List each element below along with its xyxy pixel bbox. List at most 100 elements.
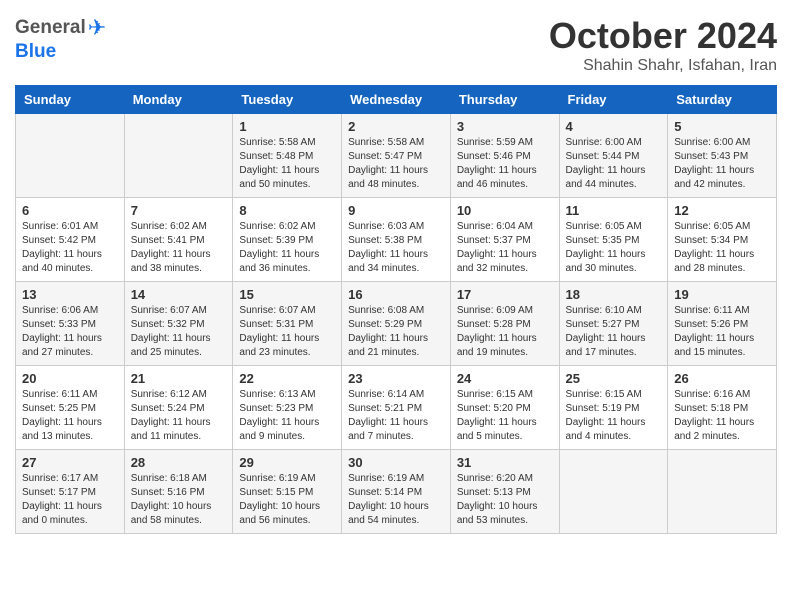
day-header-wednesday: Wednesday [342, 86, 451, 114]
day-number: 8 [239, 203, 335, 218]
day-number: 29 [239, 455, 335, 470]
day-number: 21 [131, 371, 227, 386]
day-info: Sunrise: 6:15 AM Sunset: 5:19 PM Dayligh… [566, 388, 662, 444]
day-info: Sunrise: 6:00 AM Sunset: 5:44 PM Dayligh… [566, 136, 662, 192]
calendar-cell: 22 Sunrise: 6:13 AM Sunset: 5:23 PM Dayli… [233, 366, 342, 450]
day-number: 3 [457, 119, 553, 134]
calendar-cell: 30Sunrise: 6:19 AM Sunset: 5:14 PM Dayli… [342, 450, 451, 534]
calendar-cell: 13 Sunrise: 6:06 AM Sunset: 5:33 PM Dayli… [16, 282, 125, 366]
calendar-week-row: 13 Sunrise: 6:06 AM Sunset: 5:33 PM Dayli… [16, 282, 777, 366]
calendar-cell: 20Sunrise: 6:11 AM Sunset: 5:25 PM Dayli… [16, 366, 125, 450]
day-number: 15 [239, 287, 335, 302]
calendar-cell [124, 114, 233, 198]
day-info: Sunrise: 6:17 AM Sunset: 5:17 PM Dayligh… [22, 472, 118, 528]
day-header-sunday: Sunday [16, 86, 125, 114]
day-info: Sunrise: 6:07 AM Sunset: 5:32 PM Dayligh… [131, 304, 227, 360]
page-header: General ✈ Blue October 2024 Shahin Shahr… [15, 15, 777, 75]
calendar-cell: 12 Sunrise: 6:05 AM Sunset: 5:34 PM Dayli… [668, 198, 777, 282]
day-info: Sunrise: 6:11 AM Sunset: 5:26 PM Dayligh… [674, 304, 770, 360]
calendar-cell: 29 Sunrise: 6:19 AM Sunset: 5:15 PM Dayli… [233, 450, 342, 534]
day-info: Sunrise: 6:10 AM Sunset: 5:27 PM Dayligh… [566, 304, 662, 360]
calendar-cell: 23Sunrise: 6:14 AM Sunset: 5:21 PM Dayli… [342, 366, 451, 450]
day-header-monday: Monday [124, 86, 233, 114]
calendar-cell: 2Sunrise: 5:58 AM Sunset: 5:47 PM Daylig… [342, 114, 451, 198]
logo-general-text: General [15, 17, 86, 39]
day-header-tuesday: Tuesday [233, 86, 342, 114]
day-info: Sunrise: 6:05 AM Sunset: 5:34 PM Dayligh… [674, 220, 770, 276]
calendar-cell: 17Sunrise: 6:09 AM Sunset: 5:28 PM Dayli… [450, 282, 559, 366]
day-info: Sunrise: 6:02 AM Sunset: 5:39 PM Dayligh… [239, 220, 335, 276]
day-number: 20 [22, 371, 118, 386]
day-info: Sunrise: 5:58 AM Sunset: 5:47 PM Dayligh… [348, 136, 444, 192]
calendar-cell: 7 Sunrise: 6:02 AM Sunset: 5:41 PM Daylig… [124, 198, 233, 282]
day-info: Sunrise: 6:15 AM Sunset: 5:20 PM Dayligh… [457, 388, 553, 444]
day-info: Sunrise: 6:16 AM Sunset: 5:18 PM Dayligh… [674, 388, 770, 444]
calendar-cell: 11 Sunrise: 6:05 AM Sunset: 5:35 PM Dayli… [559, 198, 668, 282]
day-info: Sunrise: 6:05 AM Sunset: 5:35 PM Dayligh… [566, 220, 662, 276]
day-info: Sunrise: 6:04 AM Sunset: 5:37 PM Dayligh… [457, 220, 553, 276]
day-number: 14 [131, 287, 227, 302]
calendar-cell: 16 Sunrise: 6:08 AM Sunset: 5:29 PM Dayli… [342, 282, 451, 366]
day-number: 28 [131, 455, 227, 470]
day-header-thursday: Thursday [450, 86, 559, 114]
day-number: 12 [674, 203, 770, 218]
day-info: Sunrise: 6:20 AM Sunset: 5:13 PM Dayligh… [457, 472, 553, 528]
day-info: Sunrise: 6:08 AM Sunset: 5:29 PM Dayligh… [348, 304, 444, 360]
day-number: 10 [457, 203, 553, 218]
day-info: Sunrise: 6:06 AM Sunset: 5:33 PM Dayligh… [22, 304, 118, 360]
day-info: Sunrise: 6:02 AM Sunset: 5:41 PM Dayligh… [131, 220, 227, 276]
calendar-cell: 10 Sunrise: 6:04 AM Sunset: 5:37 PM Dayli… [450, 198, 559, 282]
day-number: 19 [674, 287, 770, 302]
calendar-cell: 15Sunrise: 6:07 AM Sunset: 5:31 PM Dayli… [233, 282, 342, 366]
day-number: 18 [566, 287, 662, 302]
day-number: 25 [566, 371, 662, 386]
calendar-cell [668, 450, 777, 534]
day-number: 11 [566, 203, 662, 218]
day-info: Sunrise: 6:01 AM Sunset: 5:42 PM Dayligh… [22, 220, 118, 276]
calendar-cell: 6 Sunrise: 6:01 AM Sunset: 5:42 PM Daylig… [16, 198, 125, 282]
day-number: 13 [22, 287, 118, 302]
day-number: 1 [239, 119, 335, 134]
calendar-cell: 24Sunrise: 6:15 AM Sunset: 5:20 PM Dayli… [450, 366, 559, 450]
calendar-cell: 5 Sunrise: 6:00 AM Sunset: 5:43 PM Daylig… [668, 114, 777, 198]
calendar-cell: 28 Sunrise: 6:18 AM Sunset: 5:16 PM Dayli… [124, 450, 233, 534]
day-info: Sunrise: 5:59 AM Sunset: 5:46 PM Dayligh… [457, 136, 553, 192]
day-info: Sunrise: 6:18 AM Sunset: 5:16 PM Dayligh… [131, 472, 227, 528]
day-number: 22 [239, 371, 335, 386]
day-number: 16 [348, 287, 444, 302]
calendar-cell: 25 Sunrise: 6:15 AM Sunset: 5:19 PM Dayli… [559, 366, 668, 450]
calendar-cell: 27Sunrise: 6:17 AM Sunset: 5:17 PM Dayli… [16, 450, 125, 534]
day-number: 26 [674, 371, 770, 386]
day-info: Sunrise: 6:09 AM Sunset: 5:28 PM Dayligh… [457, 304, 553, 360]
calendar-cell: 26 Sunrise: 6:16 AM Sunset: 5:18 PM Dayli… [668, 366, 777, 450]
calendar-table: SundayMondayTuesdayWednesdayThursdayFrid… [15, 85, 777, 534]
day-number: 6 [22, 203, 118, 218]
calendar-cell: 4Sunrise: 6:00 AM Sunset: 5:44 PM Daylig… [559, 114, 668, 198]
day-info: Sunrise: 6:13 AM Sunset: 5:23 PM Dayligh… [239, 388, 335, 444]
calendar-cell: 9Sunrise: 6:03 AM Sunset: 5:38 PM Daylig… [342, 198, 451, 282]
calendar-cell: 3 Sunrise: 5:59 AM Sunset: 5:46 PM Daylig… [450, 114, 559, 198]
calendar-header-row: SundayMondayTuesdayWednesdayThursdayFrid… [16, 86, 777, 114]
calendar-cell: 21 Sunrise: 6:12 AM Sunset: 5:24 PM Dayli… [124, 366, 233, 450]
day-number: 23 [348, 371, 444, 386]
day-info: Sunrise: 5:58 AM Sunset: 5:48 PM Dayligh… [239, 136, 335, 192]
day-info: Sunrise: 6:19 AM Sunset: 5:15 PM Dayligh… [239, 472, 335, 528]
calendar-cell [559, 450, 668, 534]
calendar-cell: 8 Sunrise: 6:02 AM Sunset: 5:39 PM Daylig… [233, 198, 342, 282]
day-number: 5 [674, 119, 770, 134]
title-section: October 2024 Shahin Shahr, Isfahan, Iran [549, 15, 777, 75]
day-number: 30 [348, 455, 444, 470]
calendar-cell: 14 Sunrise: 6:07 AM Sunset: 5:32 PM Dayli… [124, 282, 233, 366]
calendar-cell: 19 Sunrise: 6:11 AM Sunset: 5:26 PM Dayli… [668, 282, 777, 366]
logo-bird-icon: ✈ [88, 15, 106, 41]
calendar-cell: 31Sunrise: 6:20 AM Sunset: 5:13 PM Dayli… [450, 450, 559, 534]
day-info: Sunrise: 6:12 AM Sunset: 5:24 PM Dayligh… [131, 388, 227, 444]
day-info: Sunrise: 6:00 AM Sunset: 5:43 PM Dayligh… [674, 136, 770, 192]
calendar-week-row: 27Sunrise: 6:17 AM Sunset: 5:17 PM Dayli… [16, 450, 777, 534]
location-subtitle: Shahin Shahr, Isfahan, Iran [549, 57, 777, 75]
day-info: Sunrise: 6:03 AM Sunset: 5:38 PM Dayligh… [348, 220, 444, 276]
day-number: 7 [131, 203, 227, 218]
day-header-saturday: Saturday [668, 86, 777, 114]
calendar-week-row: 1 Sunrise: 5:58 AM Sunset: 5:48 PM Daylig… [16, 114, 777, 198]
calendar-week-row: 20Sunrise: 6:11 AM Sunset: 5:25 PM Dayli… [16, 366, 777, 450]
